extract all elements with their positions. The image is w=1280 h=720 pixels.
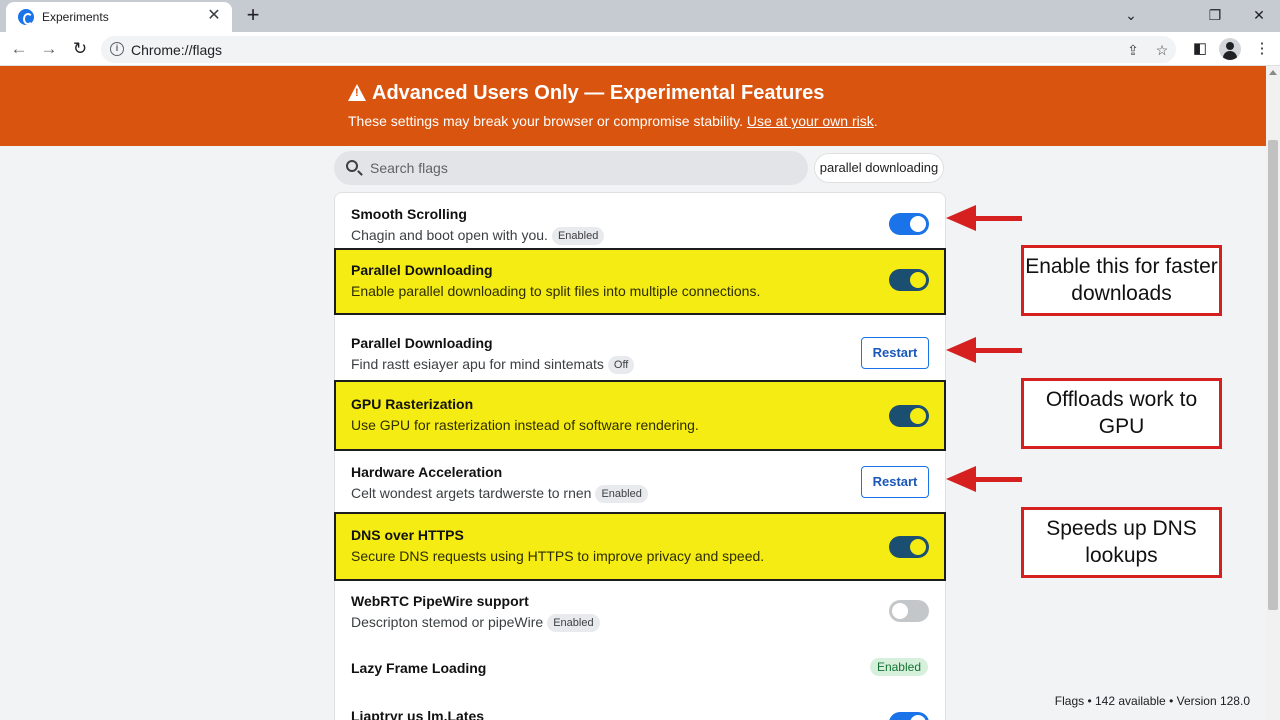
- risk-link[interactable]: Use at your own risk: [747, 113, 874, 129]
- flag-title: Liaptryr us lm.Lates: [351, 708, 485, 720]
- flag-toggle[interactable]: [889, 405, 929, 427]
- new-tab-button[interactable]: +: [240, 3, 266, 29]
- address-url[interactable]: Chrome://flags: [131, 42, 222, 58]
- flag-description: Chagin and boot open with you.: [351, 227, 548, 243]
- flag-row: Smooth Scrolling Chagin and boot open wi…: [334, 192, 946, 256]
- flag-title: Lazy Frame Loading: [351, 660, 487, 676]
- tab-experiments[interactable]: Experiments ✕: [6, 2, 232, 32]
- flag-description: Secure DNS requests using HTTPS to impro…: [351, 548, 765, 564]
- restart-button[interactable]: Restart: [861, 466, 929, 498]
- banner-subtitle: These settings may break your browser or…: [348, 113, 878, 129]
- toggle-knob: [892, 603, 908, 619]
- flag-row: Lazy Frame Loading Enabled: [334, 636, 946, 700]
- toggle-knob: [910, 715, 926, 720]
- callout-arrow: [946, 463, 1022, 495]
- flag-toggle[interactable]: [889, 269, 929, 291]
- flag-toggle[interactable]: [889, 213, 929, 235]
- warning-banner: Advanced Users Only — Experimental Featu…: [0, 66, 1266, 146]
- flag-title: GPU Rasterization: [351, 396, 474, 412]
- flag-row: WebRTC PipeWire support Descripton stemo…: [334, 579, 946, 643]
- search-flags-input[interactable]: Search flags: [334, 151, 808, 185]
- flag-row: Liaptryr us lm.Lates: [334, 698, 946, 720]
- flag-toggle[interactable]: [889, 536, 929, 558]
- close-window-button[interactable]: ✕: [1244, 3, 1274, 27]
- status-badge: Enabled: [547, 614, 600, 632]
- page-scrollbar[interactable]: [1266, 66, 1280, 720]
- toggle-knob: [910, 216, 926, 232]
- reload-icon[interactable]: ↻: [67, 37, 93, 61]
- flag-toggle[interactable]: [889, 600, 929, 622]
- scrollbar-thumb[interactable]: [1268, 140, 1278, 610]
- profile-avatar-icon[interactable]: [1219, 38, 1241, 60]
- toggle-knob: [910, 539, 926, 555]
- search-query-chip[interactable]: parallel downloading: [814, 153, 944, 183]
- tab-title: Experiments: [42, 10, 109, 24]
- restart-button[interactable]: Restart: [861, 337, 929, 369]
- chrome-favicon-icon: [18, 9, 34, 25]
- status-badge: Enabled: [551, 227, 605, 245]
- side-panel-icon[interactable]: ◧: [1188, 37, 1212, 61]
- footer-status: Flags • 142 available • Version 128.0: [1054, 694, 1250, 708]
- flag-title: Parallel Downloading: [351, 335, 493, 351]
- flag-description: Descripton stemod or pipeWire: [351, 614, 544, 630]
- restore-window-button[interactable]: ❐: [1200, 3, 1230, 27]
- flag-title: Smooth Scrolling: [351, 206, 467, 222]
- browser-toolbar: ← → ↻ i Chrome://flags ⇪ ☆ ◧ ⋮: [0, 32, 1280, 66]
- toggle-knob: [910, 272, 926, 288]
- flag-row: Hardware Acceleration Celt wondest arget…: [334, 450, 946, 514]
- flag-description: Enable parallel downloading to split fil…: [351, 283, 761, 299]
- search-placeholder: Search flags: [370, 160, 448, 176]
- forward-arrow-icon[interactable]: →: [36, 37, 62, 61]
- scroll-up-arrow-icon[interactable]: [1269, 70, 1277, 75]
- status-badge: Enabled: [869, 658, 928, 676]
- callout-arrow: [946, 334, 1022, 366]
- back-arrow-icon[interactable]: ←: [6, 37, 32, 61]
- flag-title: DNS over HTTPS: [351, 527, 464, 543]
- flag-row-highlighted: Parallel Downloading Enable parallel dow…: [334, 248, 946, 315]
- tab-search-chevron-icon[interactable]: ⌄: [1116, 3, 1146, 27]
- search-icon: [346, 160, 358, 172]
- tab-close-icon[interactable]: ✕: [204, 6, 224, 26]
- flag-title: Hardware Acceleration: [351, 464, 503, 480]
- callout-dns-over-https: Speeds up DNS lookups: [1021, 507, 1222, 578]
- banner-title: Advanced Users Only — Experimental Featu…: [372, 82, 825, 104]
- address-bar[interactable]: i Chrome://flags ⇪ ☆: [101, 36, 1176, 63]
- callout-gpu-rasterization: Offloads work to GPU: [1021, 378, 1222, 449]
- flag-description: Use GPU for rasterization instead of sof…: [351, 417, 699, 433]
- status-badge: Enabled: [595, 485, 648, 503]
- flag-description: Find rastt esiayer apu for mind sintemat…: [351, 356, 604, 372]
- menu-kebab-icon[interactable]: ⋮: [1250, 37, 1274, 61]
- flag-row: Parallel Downloading Find rastt esiayer …: [334, 321, 946, 385]
- callout-arrow: [946, 202, 1022, 234]
- flag-row-highlighted: GPU Rasterization Use GPU for rasterizat…: [334, 380, 946, 451]
- tab-strip: Experiments ✕ + ⌄ ❐ ✕: [0, 0, 1280, 32]
- site-info-icon[interactable]: i: [110, 42, 124, 56]
- flag-description: Celt wondest argets tardwerste to rnen: [351, 485, 592, 501]
- toggle-knob: [910, 408, 926, 424]
- bookmark-star-icon[interactable]: ☆: [1152, 40, 1172, 60]
- status-badge: Off: [607, 356, 635, 374]
- flag-title: WebRTC PipeWire support: [351, 593, 529, 609]
- callout-parallel-downloading: Enable this for faster downloads: [1021, 245, 1222, 316]
- flag-row-highlighted: DNS over HTTPS Secure DNS requests using…: [334, 512, 946, 581]
- share-icon[interactable]: ⇪: [1123, 40, 1143, 60]
- flag-title: Parallel Downloading: [351, 262, 493, 278]
- flag-toggle[interactable]: [889, 712, 929, 720]
